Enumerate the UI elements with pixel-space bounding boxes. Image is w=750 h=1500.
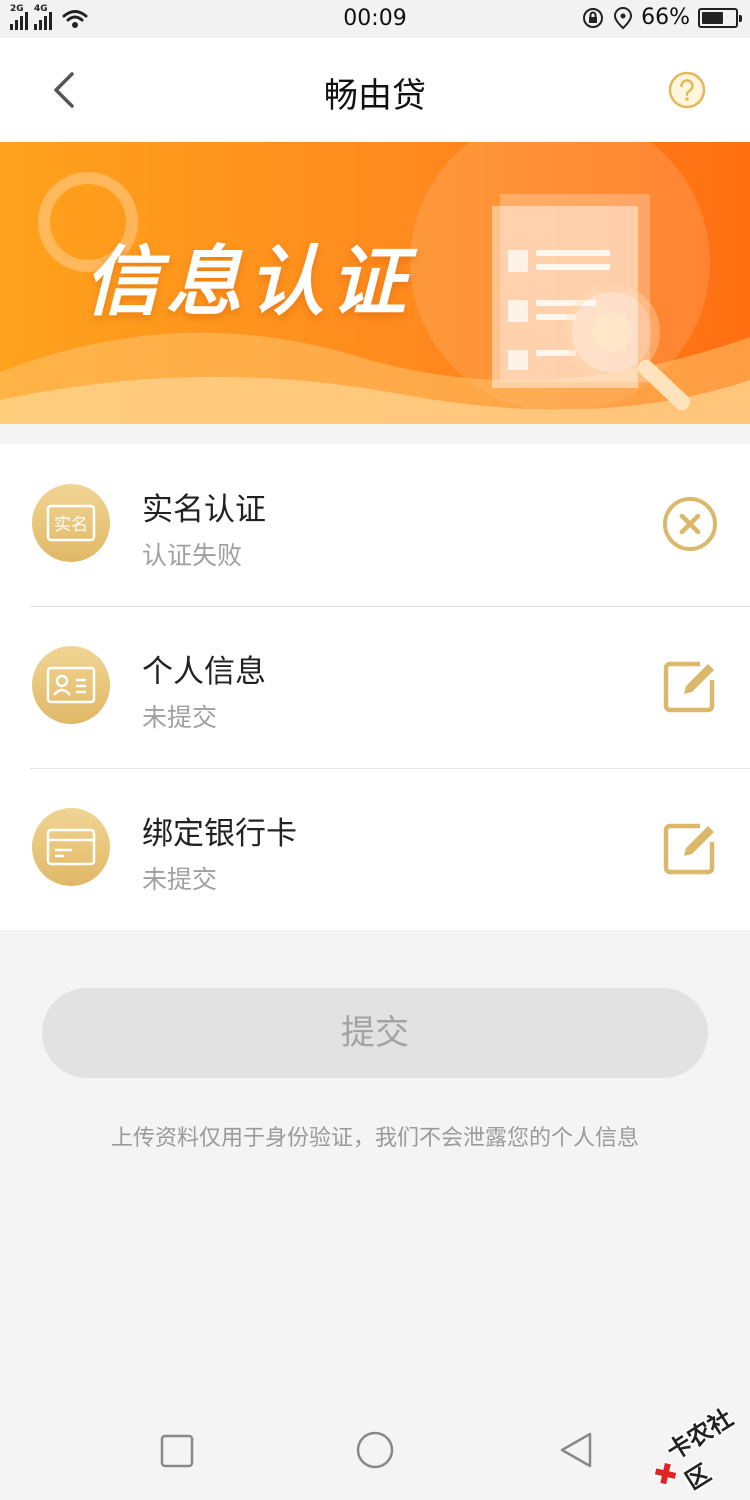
submit-button[interactable]: 提交 bbox=[42, 988, 708, 1078]
verification-list: 实名 实名认证 认证失败 个人信息 未提交 绑定银行卡 未提交 bbox=[0, 444, 750, 930]
banner-title: 信息认证 bbox=[84, 237, 412, 326]
header-bar: 畅由贷 bbox=[0, 38, 750, 142]
item-status: 认证失败 bbox=[142, 541, 243, 570]
item-status: 未提交 bbox=[142, 865, 218, 894]
item-title: 绑定银行卡 bbox=[142, 816, 297, 852]
item-status: 未提交 bbox=[142, 703, 218, 732]
back-triangle-icon[interactable] bbox=[558, 1430, 594, 1470]
id-name-icon-text: 实名 bbox=[54, 515, 88, 535]
page-title: 畅由贷 bbox=[324, 76, 426, 116]
close-circle-icon[interactable] bbox=[660, 494, 720, 554]
edit-icon[interactable] bbox=[660, 656, 720, 716]
privacy-note: 上传资料仅用于身份验证，我们不会泄露您的个人信息 bbox=[110, 1126, 639, 1151]
battery-icon bbox=[698, 7, 742, 28]
banner: 信息认证 bbox=[0, 142, 750, 424]
item-title: 实名认证 bbox=[142, 492, 266, 528]
location-icon bbox=[614, 6, 633, 29]
help-icon[interactable] bbox=[668, 71, 706, 109]
id-card-icon bbox=[32, 646, 110, 724]
bank-card-icon bbox=[32, 808, 110, 886]
home-icon[interactable] bbox=[355, 1430, 395, 1470]
list-item-real-name[interactable]: 实名 实名认证 认证失败 bbox=[0, 444, 750, 606]
rotation-lock-icon bbox=[583, 7, 604, 28]
list-item-bank-card[interactable]: 绑定银行卡 未提交 bbox=[0, 768, 750, 930]
battery-percent: 66% bbox=[641, 5, 690, 30]
recent-apps-icon[interactable] bbox=[160, 1434, 194, 1468]
edit-icon[interactable] bbox=[660, 818, 720, 878]
id-name-icon: 实名 bbox=[32, 484, 110, 562]
list-item-personal-info[interactable]: 个人信息 未提交 bbox=[0, 606, 750, 768]
status-bar: 2G 4G 00:09 66% bbox=[0, 0, 750, 38]
item-title: 个人信息 bbox=[142, 654, 266, 690]
